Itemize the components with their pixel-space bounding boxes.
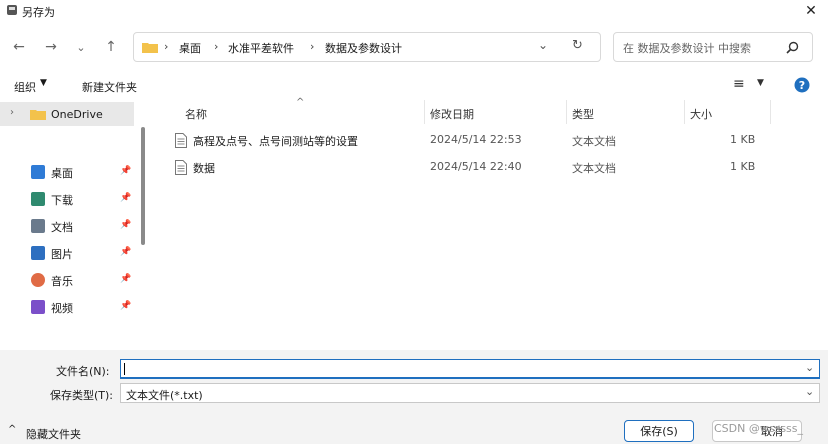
breadcrumb-item[interactable]: 水准平差软件 [228, 40, 294, 56]
window-title: 另存为 [22, 6, 55, 19]
pin-icon[interactable]: 📌 [120, 220, 131, 230]
text-file-icon [175, 160, 187, 175]
sort-ascending-icon: ^ [296, 97, 305, 108]
breadcrumb-item[interactable]: 数据及参数设计 [325, 40, 402, 56]
sidebar-item-music[interactable]: 音乐 📌 [0, 268, 140, 292]
sidebar-item-video[interactable]: 视频 📌 [0, 295, 140, 319]
sidebar-item-label: 图片 [51, 248, 73, 261]
file-type: 文本文档 [572, 162, 616, 175]
close-icon[interactable]: ✕ [796, 0, 826, 22]
sidebar-item-document[interactable]: 文档 📌 [0, 214, 140, 238]
search-box[interactable]: 在 数据及参数设计 中搜索 [613, 32, 813, 62]
file-size: 1 KB [730, 133, 756, 146]
svg-text:?: ? [799, 79, 805, 92]
sidebar-scrollbar[interactable] [141, 127, 145, 245]
file-list-header: ^ 名称 修改日期 类型 大小 [150, 97, 828, 124]
column-divider[interactable] [566, 100, 567, 124]
address-dropdown-chevron-icon[interactable]: ⌄ [538, 38, 548, 52]
pin-icon[interactable]: 📌 [120, 247, 131, 257]
filetype-value: 文本文件(*.txt) [126, 389, 203, 402]
recent-locations-chevron-icon[interactable]: ⌄ [70, 36, 92, 58]
save-form: 文件名(N): ⌄ 保存类型(T): 文本文件(*.txt) ⌄ ^ 隐藏文件夹 [0, 350, 828, 444]
pin-icon[interactable]: 📌 [120, 193, 131, 203]
app-icon [7, 5, 17, 15]
column-type[interactable]: 类型 [572, 106, 594, 122]
column-size[interactable]: 大小 [690, 106, 712, 122]
sidebar-item-label: 下载 [51, 194, 73, 207]
filetype-select[interactable]: 文本文件(*.txt) ⌄ [120, 383, 820, 403]
text-file-icon [175, 133, 187, 148]
file-modified: 2024/5/14 22:40 [430, 160, 522, 173]
forward-icon[interactable]: → [40, 36, 62, 58]
column-divider[interactable] [684, 100, 685, 124]
filetype-dropdown-chevron-icon[interactable]: ⌄ [805, 385, 814, 398]
navigation-pane: › OneDrive 桌面 📌 下载 📌 文档 📌 图片 📌 音乐 📌 视频 📌 [0, 100, 150, 350]
back-icon[interactable]: ← [8, 36, 30, 58]
help-icon[interactable]: ? [794, 77, 810, 93]
pin-icon[interactable]: 📌 [120, 274, 131, 284]
sidebar-item-download[interactable]: 下载 📌 [0, 187, 140, 211]
text-caret [124, 363, 125, 375]
hide-folders-button[interactable]: 隐藏文件夹 [26, 426, 81, 442]
filename-input[interactable]: ⌄ [120, 359, 820, 379]
sidebar-item-label: 视频 [51, 302, 73, 315]
file-row[interactable]: 高程及点号、点号间测站等的设置 2024/5/14 22:53 文本文档 1 KB [150, 128, 828, 152]
filename-label: 文件名(N): [56, 365, 110, 378]
column-modified[interactable]: 修改日期 [430, 106, 474, 122]
video-icon [31, 300, 45, 314]
search-icon[interactable] [786, 41, 799, 54]
new-folder-button[interactable]: 新建文件夹 [82, 79, 137, 95]
file-name: 数据 [193, 162, 215, 175]
sidebar-item-onedrive[interactable]: › OneDrive [0, 102, 134, 126]
desktop-icon [31, 165, 45, 179]
column-name[interactable]: 名称 [185, 106, 207, 122]
folder-icon [30, 110, 46, 120]
folder-icon [142, 43, 158, 53]
document-icon [31, 219, 45, 233]
breadcrumb-item[interactable]: 桌面 [179, 40, 201, 56]
sidebar-item-desktop[interactable]: 桌面 📌 [0, 160, 140, 184]
view-options-icon[interactable]: ≡ [733, 76, 745, 92]
collapse-chevron-icon[interactable]: ^ [8, 424, 16, 435]
pin-icon[interactable]: 📌 [120, 301, 131, 311]
breadcrumb-separator: › [164, 40, 169, 53]
toolbar: 组织 ▼ 新建文件夹 ≡ ▼ ? [0, 72, 828, 100]
file-row[interactable]: 数据 2024/5/14 22:40 文本文档 1 KB [150, 155, 828, 179]
address-bar[interactable]: › 桌面 › 水准平差软件 › 数据及参数设计 ⌄ ↻ [133, 32, 601, 62]
refresh-icon[interactable]: ↻ [572, 38, 583, 53]
search-placeholder: 在 数据及参数设计 中搜索 [623, 42, 751, 55]
file-size: 1 KB [730, 160, 756, 173]
picture-icon [31, 246, 45, 260]
file-name: 高程及点号、点号间测站等的设置 [193, 135, 358, 148]
sidebar-item-label: 文档 [51, 221, 73, 234]
file-modified: 2024/5/14 22:53 [430, 133, 522, 146]
file-type: 文本文档 [572, 135, 616, 148]
sidebar-item-label: 音乐 [51, 275, 73, 288]
column-divider[interactable] [770, 100, 771, 124]
breadcrumb-separator: › [214, 40, 219, 53]
filename-dropdown-chevron-icon[interactable]: ⌄ [805, 361, 814, 374]
sidebar-item-label: 桌面 [51, 167, 73, 180]
organize-chevron-icon[interactable]: ▼ [40, 78, 47, 88]
organize-button[interactable]: 组织 [14, 79, 36, 95]
up-icon[interactable]: ↑ [100, 36, 122, 58]
sidebar-item-label: OneDrive [51, 108, 103, 121]
filetype-label: 保存类型(T): [50, 389, 114, 402]
music-icon [31, 273, 45, 287]
sidebar-item-picture[interactable]: 图片 📌 [0, 241, 140, 265]
view-chevron-icon[interactable]: ▼ [757, 78, 764, 88]
column-divider[interactable] [424, 100, 425, 124]
watermark: CSDN @wsssss_ [714, 422, 804, 435]
breadcrumb-separator: › [310, 40, 315, 53]
title-bar: 另存为 ✕ [0, 0, 828, 22]
pin-icon[interactable]: 📌 [120, 166, 131, 176]
download-icon [31, 192, 45, 206]
save-button[interactable]: 保存(S) [624, 420, 694, 442]
expand-chevron-icon[interactable]: › [10, 107, 14, 118]
